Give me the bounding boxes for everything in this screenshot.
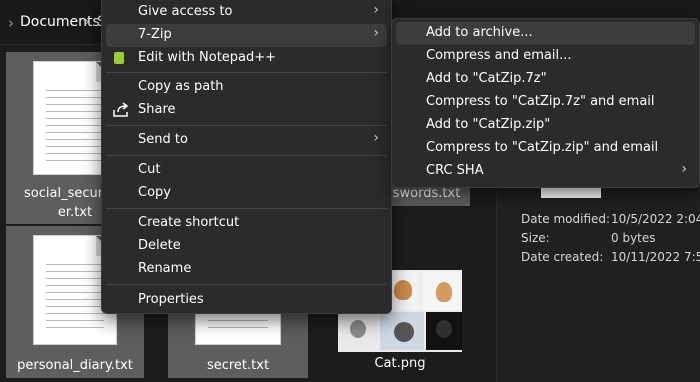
submenu-item-crc-sha[interactable]: CRC SHA › xyxy=(396,160,695,183)
menu-item-label: Edit with Notepad++ xyxy=(138,50,277,65)
file-name: personal_diary.txt xyxy=(17,358,133,373)
chevron-right-icon: › xyxy=(373,2,379,18)
7zip-submenu: Add to archive... Compress and email... … xyxy=(391,18,700,188)
menu-item-copy[interactable]: Copy xyxy=(106,182,387,205)
submenu-item-compress-7z-email[interactable]: Compress to "CatZip.7z" and email xyxy=(396,91,695,114)
detail-label-modified: Date modified: xyxy=(521,212,611,226)
breadcrumb-separator: › xyxy=(84,14,90,30)
submenu-item-add-to-archive[interactable]: Add to archive... xyxy=(396,22,695,45)
chevron-right-icon: › xyxy=(373,25,379,41)
menu-separator xyxy=(106,72,387,73)
chevron-right-icon: › xyxy=(681,161,687,177)
menu-separator xyxy=(106,284,387,285)
menu-item-edit-notepadpp[interactable]: Edit with Notepad++ xyxy=(106,47,387,70)
menu-item-cut[interactable]: Cut xyxy=(106,159,387,182)
menu-item-label: Copy xyxy=(138,185,171,200)
submenu-item-label: Compress and email... xyxy=(426,48,572,63)
detail-label-size: Size: xyxy=(521,231,550,245)
submenu-item-compress-zip-email[interactable]: Compress to "CatZip.zip" and email xyxy=(396,137,695,160)
menu-item-copy-as-path[interactable]: Copy as path xyxy=(106,76,387,99)
notepad-plus-plus-icon xyxy=(114,52,124,64)
detail-value-size: 0 bytes xyxy=(611,231,656,245)
submenu-item-add-to-zip[interactable]: Add to "CatZip.zip" xyxy=(396,114,695,137)
submenu-item-label: Add to archive... xyxy=(426,25,533,40)
menu-item-send-to[interactable]: Send to › xyxy=(106,129,387,152)
menu-item-label: Create shortcut xyxy=(138,215,240,230)
detail-value-created: 10/11/2022 7:58 xyxy=(611,250,700,264)
menu-item-properties[interactable]: Properties xyxy=(106,289,387,312)
menu-item-create-shortcut[interactable]: Create shortcut xyxy=(106,212,387,235)
menu-separator xyxy=(106,125,387,126)
menu-item-delete[interactable]: Delete xyxy=(106,235,387,258)
file-name: secret.txt xyxy=(206,358,270,373)
submenu-item-label: Add to "CatZip.7z" xyxy=(426,71,547,86)
menu-separator xyxy=(106,155,387,156)
menu-item-label: Cut xyxy=(138,162,161,177)
menu-item-label: Delete xyxy=(138,238,181,253)
menu-item-label: Copy as path xyxy=(138,79,224,94)
file-name: Cat.png xyxy=(374,356,426,371)
submenu-item-label: CRC SHA xyxy=(426,163,484,178)
menu-item-label: Give access to xyxy=(138,4,233,19)
menu-item-label: Rename xyxy=(138,261,192,276)
submenu-item-label: Compress to "CatZip.7z" and email xyxy=(426,94,655,109)
submenu-item-add-to-7z[interactable]: Add to "CatZip.7z" xyxy=(396,68,695,91)
menu-separator xyxy=(106,208,387,209)
detail-value-modified: 10/5/2022 2:04 A xyxy=(611,212,700,226)
menu-item-label: 7-Zip xyxy=(138,27,172,42)
menu-item-label: Share xyxy=(138,102,176,117)
submenu-item-label: Compress to "CatZip.zip" and email xyxy=(426,140,659,155)
menu-item-share[interactable]: Share xyxy=(106,99,387,122)
submenu-item-compress-and-email[interactable]: Compress and email... xyxy=(396,45,695,68)
share-icon xyxy=(113,102,129,117)
folder-chevron-icon: › xyxy=(8,14,14,32)
menu-item-label: Properties xyxy=(138,292,204,307)
menu-item-label: Send to xyxy=(138,132,188,147)
menu-item-give-access[interactable]: Give access to › xyxy=(106,1,387,24)
detail-label-created: Date created: xyxy=(521,250,604,264)
menu-item-7zip[interactable]: 7-Zip › xyxy=(106,24,387,47)
chevron-right-icon: › xyxy=(373,130,379,146)
menu-item-rename[interactable]: Rename xyxy=(106,258,387,281)
submenu-item-label: Add to "CatZip.zip" xyxy=(426,117,551,132)
context-menu: Give access to › 7-Zip › Edit with Notep… xyxy=(101,0,392,314)
